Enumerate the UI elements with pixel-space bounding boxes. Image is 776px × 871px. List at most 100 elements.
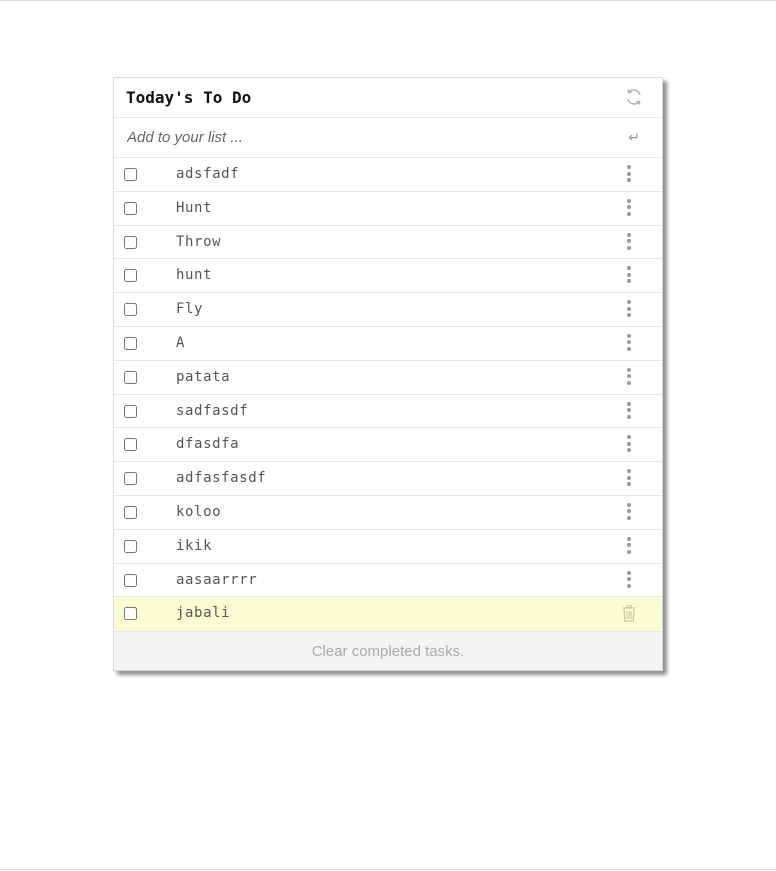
dot — [627, 211, 631, 216]
more-vertical-icon[interactable] — [627, 300, 631, 318]
task-label: ikik — [176, 537, 213, 554]
dot — [627, 448, 631, 453]
dot — [627, 414, 631, 419]
dot — [627, 266, 631, 271]
more-vertical-icon[interactable] — [627, 401, 631, 420]
task-checkbox[interactable] — [124, 573, 137, 587]
task-checkbox[interactable] — [124, 235, 137, 249]
add-task-row: ↵ — [114, 118, 662, 158]
task-item[interactable]: dfasdfa — [114, 428, 662, 463]
dot — [627, 367, 631, 372]
task-checkbox[interactable] — [124, 472, 137, 486]
task-item[interactable]: hunt — [114, 259, 662, 294]
dot — [627, 536, 631, 541]
bottom-divider — [0, 869, 776, 870]
dot — [627, 340, 631, 345]
task-label: dfasdfa — [176, 436, 240, 453]
dot — [627, 482, 631, 487]
dot — [627, 475, 631, 480]
task-label: hunt — [176, 267, 213, 284]
task-checkbox[interactable] — [124, 505, 137, 519]
task-item[interactable]: Hunt — [114, 191, 662, 226]
dot — [627, 583, 631, 588]
more-vertical-icon[interactable] — [627, 367, 631, 386]
task-label: Throw — [176, 233, 222, 250]
dot — [627, 435, 631, 440]
task-item[interactable]: Throw — [114, 225, 662, 260]
dot — [627, 171, 631, 176]
task-label: adfasfasdf — [176, 470, 267, 487]
more-vertical-icon[interactable] — [627, 266, 631, 284]
dot — [627, 178, 631, 182]
todo-card: Today's To Do ↵ adsfadf Hunt Throw hunt Fly A… — [113, 77, 663, 672]
dot — [627, 515, 631, 520]
dot — [627, 469, 631, 474]
clear-completed-button[interactable]: Clear completed tasks. — [114, 631, 662, 671]
dot — [627, 272, 631, 277]
task-label: patata — [176, 368, 231, 385]
dot — [627, 165, 631, 169]
dot — [627, 408, 631, 413]
dot — [627, 509, 631, 514]
task-checkbox[interactable] — [124, 404, 137, 418]
task-label: jabali — [176, 605, 231, 622]
task-label: aasaarrrr — [176, 571, 258, 588]
top-divider — [0, 0, 776, 1]
dot — [627, 333, 631, 338]
task-item[interactable]: patata — [114, 360, 662, 395]
task-item[interactable]: aasaarrrr — [114, 563, 662, 598]
dot — [627, 570, 631, 575]
task-item[interactable]: A — [114, 326, 662, 361]
task-label: sadfasdf — [176, 402, 249, 419]
task-item[interactable]: adsfadf — [114, 158, 662, 192]
more-vertical-icon[interactable] — [627, 333, 631, 352]
more-vertical-icon[interactable] — [627, 536, 631, 555]
dot — [627, 374, 631, 379]
task-checkbox[interactable] — [124, 370, 137, 384]
refresh-icon[interactable] — [624, 87, 644, 107]
dot — [627, 198, 631, 203]
task-checkbox[interactable] — [124, 269, 137, 283]
dot — [627, 313, 631, 318]
enter-icon[interactable]: ↵ — [628, 130, 640, 146]
more-vertical-icon[interactable] — [627, 469, 631, 487]
task-checkbox[interactable] — [124, 438, 137, 452]
task-item[interactable]: jabali — [114, 597, 662, 632]
dot — [627, 346, 631, 351]
dot — [627, 401, 631, 406]
dot — [627, 239, 631, 244]
task-checkbox[interactable] — [124, 303, 137, 317]
dot — [627, 380, 631, 385]
task-label: A — [176, 334, 186, 351]
trash-icon[interactable] — [622, 605, 636, 622]
task-item[interactable]: sadfasdf — [114, 394, 662, 429]
task-checkbox[interactable] — [124, 539, 137, 553]
more-vertical-icon[interactable] — [627, 502, 631, 521]
task-item[interactable]: ikik — [114, 529, 662, 564]
dot — [627, 549, 631, 554]
task-item[interactable]: adfasfasdf — [114, 462, 662, 496]
more-vertical-icon[interactable] — [627, 570, 631, 589]
task-checkbox[interactable] — [124, 168, 137, 181]
task-item[interactable]: koloo — [114, 495, 662, 530]
card-header: Today's To Do — [114, 78, 662, 118]
dot — [627, 245, 631, 250]
dot — [627, 279, 631, 284]
more-vertical-icon[interactable] — [627, 198, 631, 217]
dot — [627, 232, 631, 237]
task-list: adsfadf Hunt Throw hunt Fly Apatata sadfasdf df… — [114, 158, 662, 632]
more-vertical-icon[interactable] — [627, 165, 631, 183]
task-checkbox[interactable] — [124, 336, 137, 350]
dot — [627, 306, 631, 311]
add-task-input[interactable] — [114, 118, 594, 157]
task-label: Fly — [176, 301, 204, 318]
task-checkbox[interactable] — [124, 201, 137, 215]
dot — [627, 577, 631, 582]
more-vertical-icon[interactable] — [627, 435, 631, 453]
more-vertical-icon[interactable] — [627, 232, 631, 251]
dot — [627, 205, 631, 210]
task-item[interactable]: Fly — [114, 293, 662, 327]
dot — [627, 441, 631, 446]
task-checkbox[interactable] — [124, 607, 137, 621]
task-label: Hunt — [176, 199, 213, 216]
